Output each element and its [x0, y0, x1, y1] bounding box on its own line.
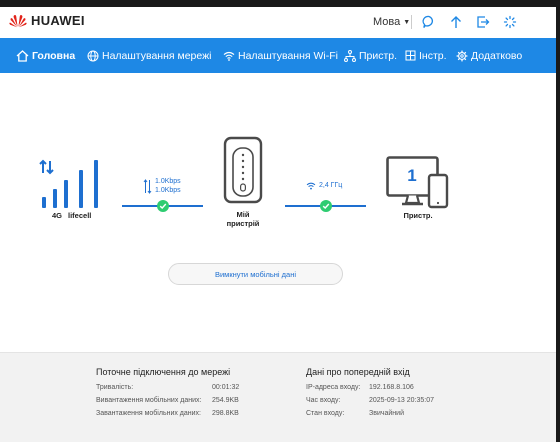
nav-item-home[interactable]: Головна — [16, 38, 75, 73]
duration-value: 00:01:32 — [212, 384, 240, 391]
message-icon[interactable] — [422, 15, 436, 29]
wifi-link-ok-icon — [320, 200, 332, 212]
wifi-band-icon — [306, 182, 316, 190]
nav-label-tools: Інстр. — [419, 49, 447, 62]
gear-icon — [456, 50, 468, 61]
globe-icon — [87, 50, 99, 61]
brand-logo[interactable]: HUAWEI — [9, 13, 85, 28]
downloaded-data-value: 298.8KB — [212, 410, 239, 417]
chevron-down-icon: ▼ — [403, 18, 411, 26]
loading-spinner-icon — [503, 15, 517, 29]
brand-name: HUAWEI — [31, 13, 85, 28]
network-type: 4G — [52, 211, 63, 220]
login-ip-key: IP-адреса входу: — [306, 384, 361, 391]
nav-label-network-settings: Налаштування мережі — [102, 49, 212, 62]
nav-label-home: Головна — [32, 49, 76, 62]
main-nav: Головна Налаштування мережі Налаштування… — [0, 38, 556, 73]
duration-key: Тривалість: — [96, 384, 134, 391]
header-divider — [411, 15, 412, 29]
logout-icon[interactable] — [476, 15, 490, 29]
downloaded-data-key: Завантаження мобільних даних: — [96, 410, 202, 417]
wifi-band-label: 2,4 ГГц — [319, 182, 343, 189]
login-ip-value: 192.168.8.106 — [369, 384, 414, 391]
devices-icon — [344, 49, 356, 62]
top-edge — [0, 0, 560, 7]
uploaded-data-value: 254.9KB — [212, 397, 239, 404]
my-device-label-line2: пристрій — [226, 219, 260, 228]
huawei-flower-icon — [9, 14, 27, 27]
login-time-key: Час входу: — [306, 397, 341, 404]
download-speed: 1.0Kbps — [155, 187, 181, 194]
nav-label-devices: Пристр. — [359, 49, 398, 62]
signal-strength-icon — [39, 159, 98, 208]
my-device-label-line1: Мій — [236, 210, 250, 219]
info-panel: Поточне підключення до мережі Тривалість… — [0, 352, 556, 442]
update-arrow-icon[interactable] — [449, 15, 463, 29]
upload-download-arrows-icon — [143, 179, 152, 194]
language-selector[interactable]: Мова ▼ — [373, 16, 410, 28]
operator-info: 4G lifecell — [52, 211, 91, 220]
wifi-icon — [223, 51, 235, 61]
router-web-ui: HUAWEI Мова ▼ Головна Налаштування мереж… — [0, 0, 560, 442]
login-status-value: Звичайний — [369, 410, 404, 417]
nav-item-wifi-settings[interactable]: Налаштування Wi-Fi — [223, 38, 338, 73]
current-connection-title: Поточне підключення до мережі — [96, 367, 231, 377]
login-time-value: 2025-09-13 20:35:07 — [369, 397, 434, 404]
login-status-key: Стан входу: — [306, 410, 345, 417]
nav-label-advanced: Додатково — [471, 49, 523, 62]
header-bar: HUAWEI Мова ▼ — [0, 7, 556, 38]
nav-label-wifi-settings: Налаштування Wi-Fi — [238, 49, 338, 62]
previous-login-title: Дані про попередній вхід — [306, 367, 410, 377]
devices-label: Пристр. — [403, 211, 433, 220]
nav-item-network-settings[interactable]: Налаштування мережі — [87, 38, 211, 73]
home-icon — [16, 49, 29, 62]
uploaded-data-key: Вивантаження мобільних даних: — [96, 397, 202, 404]
my-device-label: Мій пристрій — [218, 210, 268, 228]
nav-item-devices[interactable]: Пристр. — [344, 38, 397, 73]
connection-diagram: 4G lifecell 1.0Kbps 1.0Kbps Мій пристрій… — [0, 73, 556, 353]
language-label: Мова — [373, 16, 401, 28]
nav-item-tools[interactable]: Інстр. — [405, 38, 447, 73]
connected-devices-count: 1 — [407, 166, 417, 185]
upload-speed: 1.0Kbps — [155, 178, 181, 185]
nav-item-advanced[interactable]: Додатково — [456, 38, 522, 73]
mobile-data-toggle-button[interactable]: Вимкнути мобільні дані — [168, 263, 343, 285]
mobile-link-ok-icon — [157, 200, 169, 212]
right-edge — [556, 0, 560, 442]
tools-icon — [405, 50, 416, 61]
router-device-icon[interactable] — [223, 136, 263, 204]
operator-name: lifecell — [68, 211, 92, 220]
